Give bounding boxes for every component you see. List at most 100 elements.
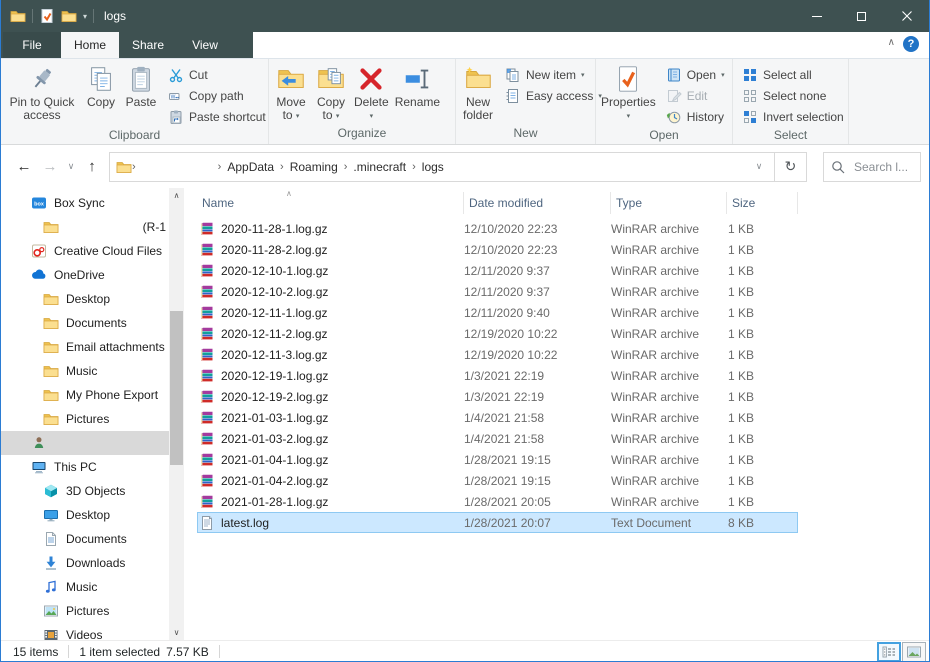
sidebar-item-folder[interactable]: (R-1 [1, 215, 184, 239]
file-name: 2021-01-04-1.log.gz [221, 453, 328, 467]
invert-selection-button[interactable]: Invert selection [735, 106, 851, 127]
breadcrumb-segment[interactable]: logs [416, 160, 450, 174]
address-bar[interactable]: ››AppData›Roaming›.minecraft›logs ∨ [109, 152, 775, 182]
paste-shortcut-button[interactable]: Paste shortcut [161, 106, 273, 127]
file-row[interactable]: 2020-12-11-3.log.gz12/19/2020 10:22WinRA… [197, 344, 798, 365]
refresh-button[interactable]: ↻ [775, 152, 807, 182]
sidebar-item-documents[interactable]: Documents [1, 527, 184, 551]
pin-to-quick-access-button[interactable]: Pin to Quick access [3, 61, 81, 124]
tab-share[interactable]: Share [119, 32, 177, 58]
scroll-down-icon[interactable]: ∨ [169, 625, 184, 640]
sidebar-item-pictures[interactable]: Pictures [1, 407, 184, 431]
file-row[interactable]: 2021-01-03-1.log.gz1/4/2021 21:58WinRAR … [197, 407, 798, 428]
sidebar-item-box-sync[interactable]: boxBox Sync [1, 191, 184, 215]
move-to-button[interactable]: Moveto ▾ [271, 61, 311, 125]
file-type: Text Document [611, 516, 727, 530]
desktop-pc-icon [43, 507, 59, 523]
search-input[interactable] [852, 159, 916, 175]
select-all-button[interactable]: Select all [735, 64, 851, 85]
sidebar-item-this-pc[interactable]: This PC [1, 455, 184, 479]
file-name: 2021-01-28-1.log.gz [221, 495, 328, 509]
copy-to-button[interactable]: Copyto ▾ [311, 61, 351, 125]
file-name: 2020-12-10-2.log.gz [221, 285, 328, 299]
tab-view[interactable]: View [177, 32, 233, 58]
qat-new-folder-icon[interactable] [61, 8, 77, 24]
file-row[interactable]: 2021-01-04-2.log.gz1/28/2021 19:15WinRAR… [197, 470, 798, 491]
sidebar-item-videos[interactable]: Videos [1, 623, 184, 647]
file-row[interactable]: 2020-12-19-2.log.gz1/3/2021 22:19WinRAR … [197, 386, 798, 407]
history-button[interactable]: History [659, 106, 732, 127]
sidebar-item-onedrive[interactable]: OneDrive [1, 263, 184, 287]
new-item-button[interactable]: New item▾ [498, 64, 609, 85]
scroll-up-icon[interactable]: ∧ [169, 188, 184, 203]
ribbon-group-new: Newfolder New item▾ Easy access▾ New [456, 59, 596, 144]
rename-button[interactable]: Rename [392, 61, 443, 111]
column-header-size[interactable]: Size [727, 192, 798, 214]
sidebar-item-downloads[interactable]: Downloads [1, 551, 184, 575]
tab-file[interactable]: File [3, 32, 61, 58]
file-type: WinRAR archive [611, 432, 727, 446]
column-header-date[interactable]: Date modified [464, 192, 611, 214]
sidebar-item-creative-cloud-files[interactable]: Creative Cloud Files [1, 239, 184, 263]
sidebar-item-desktop[interactable]: Desktop [1, 287, 184, 311]
forward-button[interactable]: → [37, 154, 63, 180]
sidebar-item-music[interactable]: Music [1, 575, 184, 599]
file-row[interactable]: 2020-12-11-2.log.gz12/19/2020 10:22WinRA… [197, 323, 798, 344]
column-header-name[interactable]: Name [197, 192, 464, 214]
qat-properties-icon[interactable] [39, 8, 55, 24]
sidebar-item-my-phone-export[interactable]: My Phone Export [1, 383, 184, 407]
column-header-type[interactable]: Type [611, 192, 727, 214]
address-dropdown-icon[interactable]: ∨ [748, 161, 770, 172]
open-button[interactable]: Open▾ [659, 64, 732, 85]
file-row[interactable]: 2020-11-28-2.log.gz12/10/2020 22:23WinRA… [197, 239, 798, 260]
sidebar-item-label: Documents [66, 316, 127, 330]
delete-button[interactable]: Delete▾ [351, 61, 392, 125]
sidebar-scrollbar[interactable]: ∧ ∨ [169, 188, 184, 640]
edit-button[interactable]: Edit [659, 85, 732, 106]
file-row[interactable]: 2021-01-03-2.log.gz1/4/2021 21:58WinRAR … [197, 428, 798, 449]
cut-button[interactable]: Cut [161, 64, 273, 85]
sidebar-item-label: Pictures [66, 412, 109, 426]
search-box[interactable] [823, 152, 921, 182]
file-row[interactable]: 2021-01-28-1.log.gz1/28/2021 20:05WinRAR… [197, 491, 798, 512]
minimize-button[interactable] [794, 0, 839, 32]
file-row[interactable]: 2020-12-10-1.log.gz12/11/2020 9:37WinRAR… [197, 260, 798, 281]
tab-home[interactable]: Home [61, 32, 119, 58]
sidebar-item-documents[interactable]: Documents [1, 311, 184, 335]
breadcrumb-segment[interactable]: .minecraft [347, 160, 412, 174]
maximize-button[interactable] [839, 0, 884, 32]
scrollbar-thumb[interactable] [170, 311, 183, 465]
sidebar-item-user[interactable] [1, 431, 184, 455]
help-button[interactable]: ? [903, 36, 919, 52]
details-view-button[interactable] [877, 642, 901, 662]
copy-path-button[interactable]: WCopy path [161, 85, 273, 106]
collapse-ribbon-icon[interactable]: ∧ [888, 37, 895, 48]
properties-button[interactable]: Properties▾ [598, 61, 659, 125]
easy-access-button[interactable]: Easy access▾ [498, 85, 609, 106]
sidebar-item-pictures[interactable]: Pictures [1, 599, 184, 623]
paste-button[interactable]: Paste [121, 61, 161, 111]
column-headers: Name Date modified Type Size ∧ [197, 192, 798, 214]
breadcrumb-segment[interactable]: AppData [221, 160, 280, 174]
close-button[interactable] [884, 0, 929, 32]
sidebar-item-3d-objects[interactable]: 3D Objects [1, 479, 184, 503]
file-row[interactable]: latest.log1/28/2021 20:07Text Document8 … [197, 512, 798, 533]
qat-customize-caret-icon[interactable]: ▾ [83, 12, 87, 21]
copy-button[interactable]: Copy [81, 61, 121, 111]
select-none-button[interactable]: Select none [735, 85, 851, 106]
new-folder-button[interactable]: Newfolder [458, 61, 498, 124]
breadcrumb-segment[interactable]: Roaming [284, 160, 344, 174]
thumbnails-view-button[interactable] [902, 642, 926, 662]
file-row[interactable]: 2020-12-10-2.log.gz12/11/2020 9:37WinRAR… [197, 281, 798, 302]
sidebar-item-email-attachments[interactable]: Email attachments [1, 335, 184, 359]
file-type: WinRAR archive [611, 453, 727, 467]
file-row[interactable]: 2020-12-19-1.log.gz1/3/2021 22:19WinRAR … [197, 365, 798, 386]
back-button[interactable]: ← [11, 154, 37, 180]
sidebar-item-music[interactable]: Music [1, 359, 184, 383]
sidebar-item-desktop[interactable]: Desktop [1, 503, 184, 527]
recent-locations-icon[interactable]: ∨ [63, 154, 79, 180]
file-row[interactable]: 2020-12-11-1.log.gz12/11/2020 9:40WinRAR… [197, 302, 798, 323]
file-row[interactable]: 2021-01-04-1.log.gz1/28/2021 19:15WinRAR… [197, 449, 798, 470]
file-row[interactable]: 2020-11-28-1.log.gz12/10/2020 22:23WinRA… [197, 218, 798, 239]
up-button[interactable]: ↑ [79, 154, 105, 180]
